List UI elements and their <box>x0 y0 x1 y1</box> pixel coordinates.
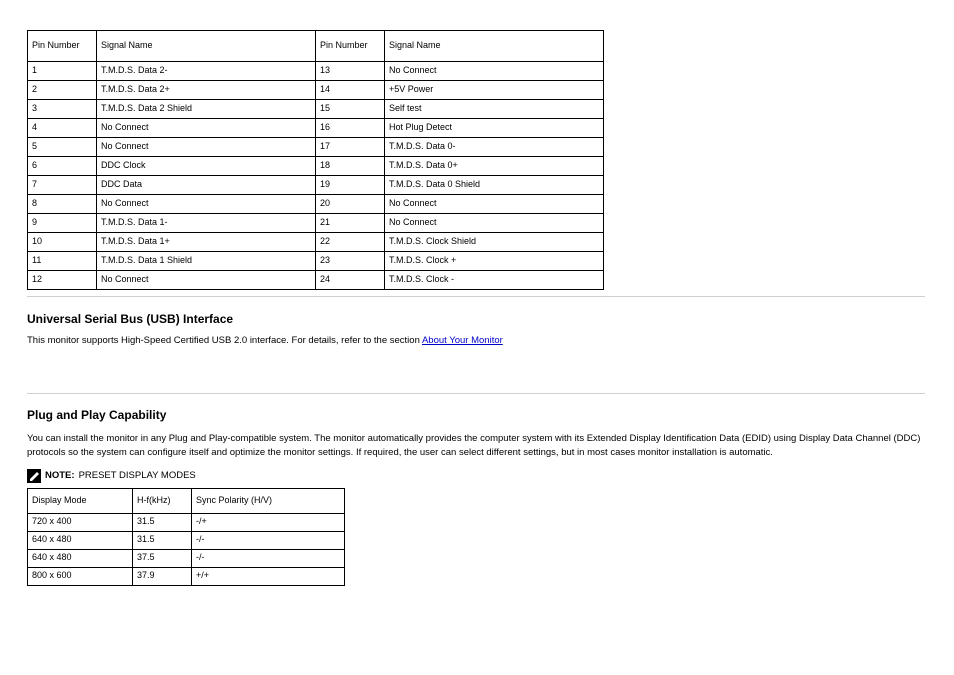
table-row: 640 x 48037.5-/- <box>28 549 345 567</box>
table-header-row: Display Mode H-f(kHz) Sync Polarity (H/V… <box>28 488 345 513</box>
table-row: 7DDC Data19T.M.D.S. Data 0 Shield <box>28 176 604 195</box>
table-row: 6DDC Clock18T.M.D.S. Data 0+ <box>28 157 604 176</box>
usb-heading: Universal Serial Bus (USB) Interface <box>27 310 925 328</box>
table-row: 4No Connect16Hot Plug Detect <box>28 119 604 138</box>
header-hf: H-f(kHz) <box>133 488 192 513</box>
pnp-body: You can install the monitor in any Plug … <box>27 432 925 461</box>
header-display-mode: Display Mode <box>28 488 133 513</box>
table-row: 11T.M.D.S. Data 1 Shield23T.M.D.S. Clock… <box>28 252 604 271</box>
table-row: 800 x 60037.9+/+ <box>28 567 345 585</box>
note-text: PRESET DISPLAY MODES <box>79 470 196 481</box>
table-row: 10T.M.D.S. Data 1+22T.M.D.S. Clock Shiel… <box>28 233 604 252</box>
table-row: 12No Connect24T.M.D.S. Clock - <box>28 271 604 290</box>
table-row: 1T.M.D.S. Data 2-13No Connect <box>28 62 604 81</box>
pnp-section: Plug and Play Capability You can install… <box>27 408 925 586</box>
preset-modes-table: Display Mode H-f(kHz) Sync Polarity (H/V… <box>27 488 345 586</box>
table-row: 8No Connect20No Connect <box>28 195 604 214</box>
table-header-row: Pin Number Signal Name Pin Number Signal… <box>28 31 604 62</box>
table-row: 640 x 48031.5-/- <box>28 531 345 549</box>
usb-section: Universal Serial Bus (USB) Interface Thi… <box>27 310 925 348</box>
usb-body: This monitor supports High-Speed Certifi… <box>27 334 925 348</box>
divider <box>27 393 925 394</box>
pnp-heading: Plug and Play Capability <box>27 408 925 422</box>
table-row: 720 x 40031.5-/+ <box>28 513 345 531</box>
table-row: 2T.M.D.S. Data 2+14+5V Power <box>28 81 604 100</box>
about-monitor-link[interactable]: About Your Monitor <box>422 335 503 346</box>
note-icon <box>27 469 41 483</box>
usb-body-prefix: This monitor supports High-Speed Certifi… <box>27 335 422 346</box>
pin-signal-table: Pin Number Signal Name Pin Number Signal… <box>27 30 604 290</box>
note-line: NOTE: PRESET DISPLAY MODES <box>27 469 925 483</box>
table-row: 9T.M.D.S. Data 1-21No Connect <box>28 214 604 233</box>
divider <box>27 296 925 297</box>
table-row: 5No Connect17T.M.D.S. Data 0- <box>28 138 604 157</box>
header-signal-right: Signal Name <box>385 31 604 62</box>
header-pin-right: Pin Number <box>316 31 385 62</box>
table-row: 3T.M.D.S. Data 2 Shield15Self test <box>28 100 604 119</box>
header-sync: Sync Polarity (H/V) <box>192 488 345 513</box>
note-label: NOTE: <box>45 470 75 481</box>
header-pin-left: Pin Number <box>28 31 97 62</box>
header-signal-left: Signal Name <box>97 31 316 62</box>
